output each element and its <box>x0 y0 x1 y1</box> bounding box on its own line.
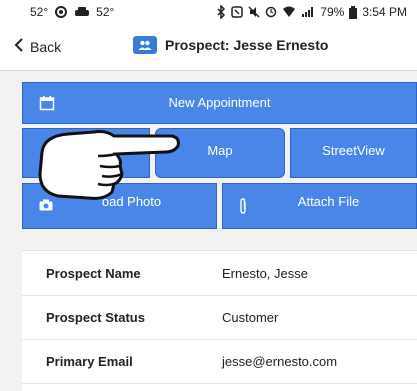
row-value: Customer <box>222 310 279 325</box>
temperature-reading-2: 52° <box>96 5 115 19</box>
prospect-details-table: Prospect Name Ernesto, Jesse Prospect St… <box>22 250 417 391</box>
page-title-wrap: Prospect: Jesse Ernesto <box>133 36 328 54</box>
status-right: 79% 3:54 PM <box>216 5 407 19</box>
mute-icon <box>248 6 260 18</box>
car-icon <box>74 6 90 18</box>
streetview-button[interactable]: StreetView <box>290 128 417 178</box>
status-left: 52° 52° <box>30 5 114 19</box>
signal-icon <box>301 6 315 18</box>
back-label: Back <box>30 38 62 55</box>
clock-time: 3:54 PM <box>362 5 407 19</box>
pointing-hand-icon <box>38 130 180 200</box>
row-value: Ernesto, Jesse <box>222 266 308 281</box>
new-appointment-label: New Appointment <box>168 95 271 110</box>
battery-percent: 79% <box>320 5 345 19</box>
row-label: Prospect Name <box>46 266 141 281</box>
bluetooth-icon <box>216 5 226 19</box>
weather-icon <box>54 5 68 19</box>
page-title: Prospect: Jesse Ernesto <box>165 37 329 53</box>
row-label: Primary Email <box>46 354 133 369</box>
table-row: Prospect Status Customer <box>22 295 417 340</box>
battery-icon <box>349 5 358 19</box>
chevron-left-icon <box>14 37 24 56</box>
temperature-reading: 52° <box>30 5 49 19</box>
new-appointment-button[interactable]: New Appointment <box>22 82 417 124</box>
streetview-label: StreetView <box>322 143 385 158</box>
row-value: jesse@ernesto.com <box>222 354 338 369</box>
back-button[interactable]: Back <box>14 37 61 56</box>
alarm-icon <box>265 6 277 18</box>
status-bar: 52° 52° 79% 3:54 PM <box>0 0 417 24</box>
nfc-icon <box>231 6 244 18</box>
nav-bar: Back Prospect: Jesse Ernesto <box>0 24 417 71</box>
table-row: Primary Email jesse@ernesto.com <box>22 339 417 384</box>
attach-file-button[interactable]: Attach File <box>222 183 417 229</box>
row-label: Prospect Status <box>46 310 145 325</box>
attach-file-label: Attach File <box>297 194 360 209</box>
contacts-icon <box>133 36 157 54</box>
wifi-icon <box>282 6 296 18</box>
table-row: Prospect Name Ernesto, Jesse <box>22 251 417 296</box>
